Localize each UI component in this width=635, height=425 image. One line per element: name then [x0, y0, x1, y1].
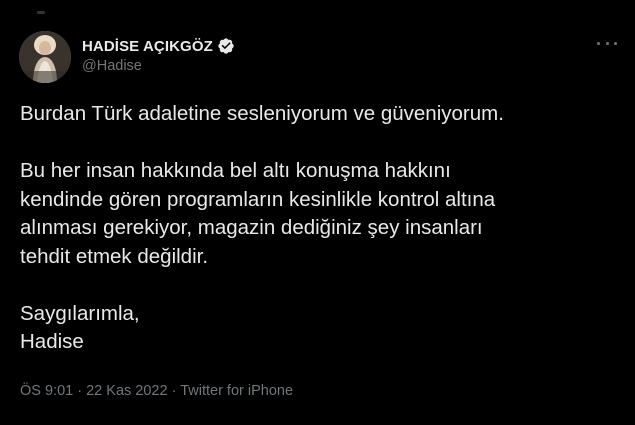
tweet-line: Hadise	[20, 330, 84, 353]
more-options-button[interactable]	[597, 38, 617, 48]
tweet-line: Burdan Türk adaletine sesleniyorum ve gü…	[20, 102, 504, 125]
tweet-meta: ÖS 9:01 · 22 Kas 2022 · Twitter for iPho…	[20, 383, 293, 399]
meta-separator: ·	[171, 383, 177, 399]
tweet-line: tehdit etmek değildir.	[20, 244, 209, 268]
tweet-source-link[interactable]: Twitter for iPhone	[180, 383, 293, 399]
tweet-header: HADİSE AÇIKGÖZ @Hadise	[82, 36, 235, 74]
meta-separator: ·	[77, 383, 83, 399]
author-handle[interactable]: @Hadise	[82, 58, 235, 74]
tweet-body: Burdan Türk adaletine sesleniyorum ve gü…	[20, 100, 620, 357]
top-divider	[37, 11, 45, 14]
avatar[interactable]	[19, 31, 71, 83]
tweet-line: alınması gerekiyor, magazin dediğiniz şe…	[20, 216, 483, 239]
more-horizontal-icon	[597, 41, 600, 45]
tweet-line: kendinde gören programların kesinlikle k…	[20, 187, 496, 211]
more-dot	[614, 41, 617, 45]
more-dot	[605, 41, 609, 45]
tweet-time-link[interactable]: ÖS 9:01 · 22 Kas 2022	[20, 383, 168, 399]
tweet-date: 22 Kas 2022	[86, 383, 168, 399]
author-name-row: HADİSE AÇIKGÖZ	[82, 36, 235, 56]
verified-badge-icon[interactable]	[217, 37, 235, 55]
tweet-line: Saygılarımla,	[20, 301, 140, 325]
tweet-time: ÖS 9:01	[20, 383, 74, 399]
tweet-line: Bu her insan hakkında bel altı konuşma h…	[20, 159, 451, 182]
author-display-name[interactable]: HADİSE AÇIKGÖZ	[82, 38, 213, 55]
avatar-image	[19, 31, 71, 83]
